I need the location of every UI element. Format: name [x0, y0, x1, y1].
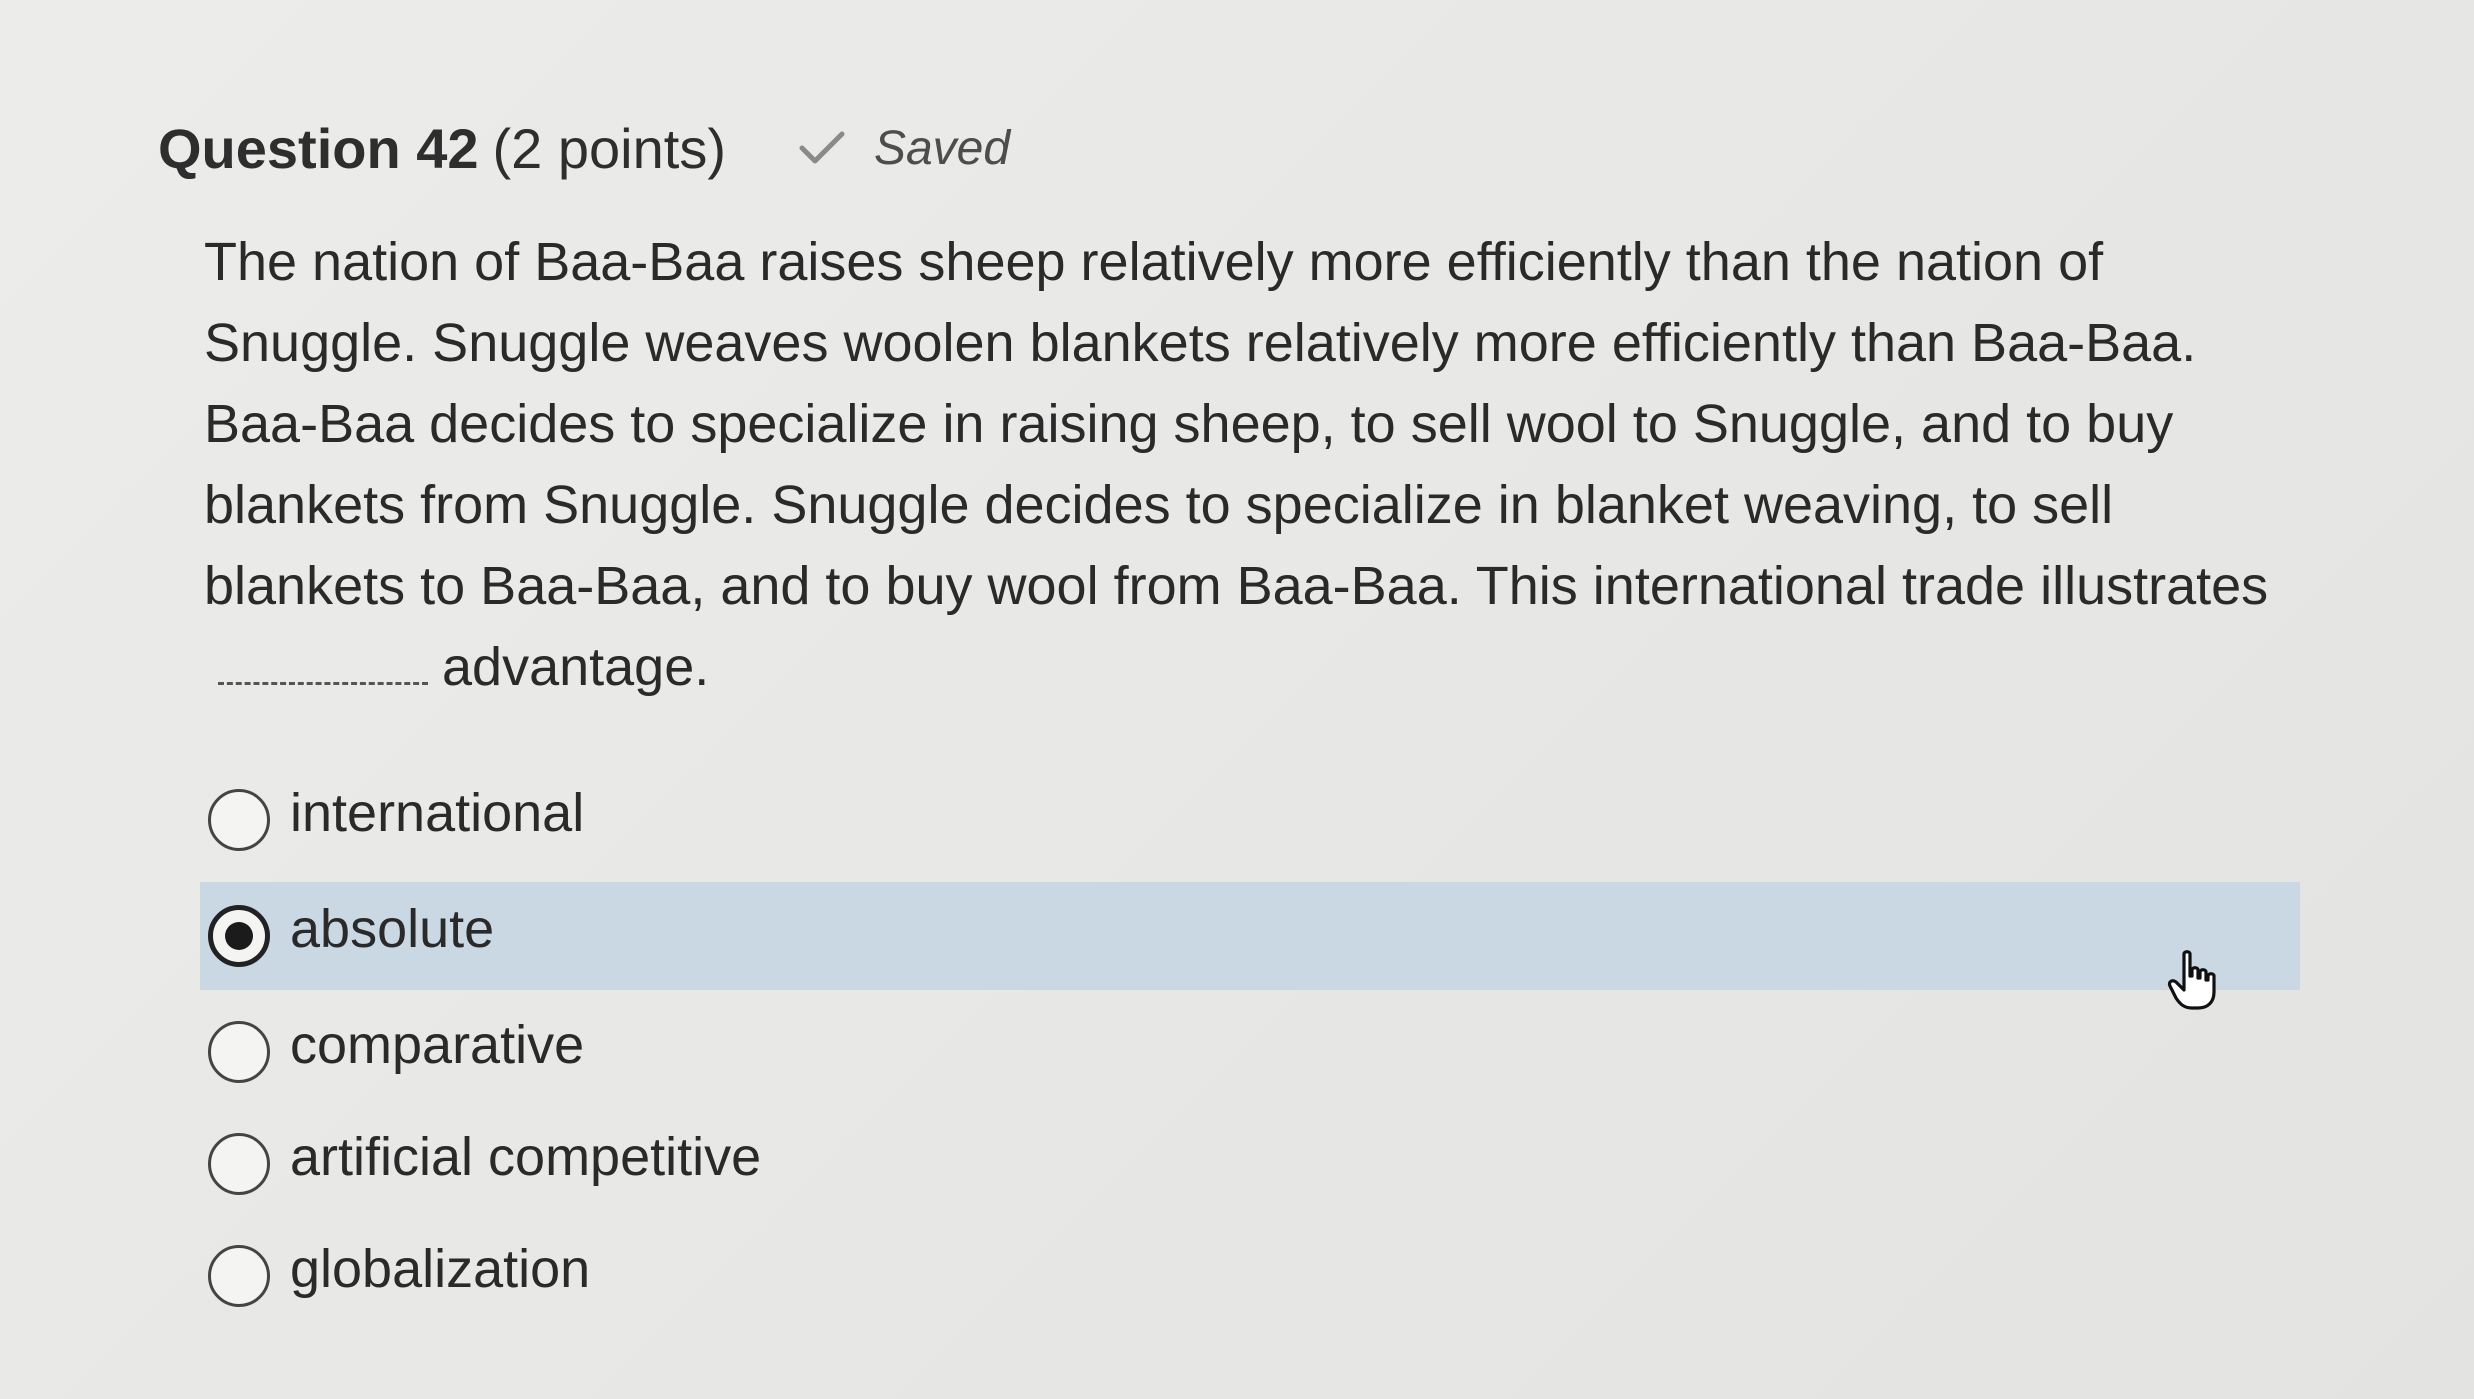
check-icon: [799, 131, 845, 164]
option-label: globalization: [290, 1239, 591, 1299]
quiz-question-card: Question 42 (2 points) Saved The nation …: [0, 0, 2474, 1399]
option-international[interactable]: international: [200, 770, 2300, 870]
question-title: Question 42: [158, 116, 479, 180]
radio-button-artificial-competitive[interactable]: [208, 1133, 270, 1195]
option-globalization[interactable]: globalization: [200, 1226, 2300, 1326]
saved-status: Saved: [798, 121, 1010, 176]
option-label: international: [290, 783, 585, 843]
question-text-after-blank: advantage.: [442, 637, 710, 697]
option-label: artificial competitive: [290, 1127, 762, 1187]
option-label: comparative: [290, 1015, 585, 1075]
question-points: (2 points): [492, 116, 726, 180]
hand-pointer-icon: [2167, 950, 2216, 1010]
radio-button-international[interactable]: [208, 789, 270, 851]
option-absolute[interactable]: absolute: [200, 882, 2300, 990]
radio-button-absolute[interactable]: [208, 905, 270, 967]
radio-selected-dot: [225, 922, 253, 950]
saved-label: Saved: [873, 121, 1011, 175]
option-label: absolute: [290, 899, 495, 959]
question-prompt: The nation of Baa-Baa raises sheep relat…: [204, 222, 2284, 708]
question-text-before-blank: The nation of Baa-Baa raises sheep relat…: [204, 232, 2269, 616]
option-artificial-competitive[interactable]: artificial competitive: [200, 1114, 2300, 1214]
answer-options: international absolute comparative artif…: [200, 770, 2300, 1338]
radio-button-comparative[interactable]: [208, 1021, 270, 1083]
radio-button-globalization[interactable]: [208, 1245, 270, 1307]
option-comparative[interactable]: comparative: [200, 1002, 2300, 1102]
question-header: Question 42 (2 points) Saved: [158, 108, 1010, 188]
answer-blank: [218, 646, 428, 685]
